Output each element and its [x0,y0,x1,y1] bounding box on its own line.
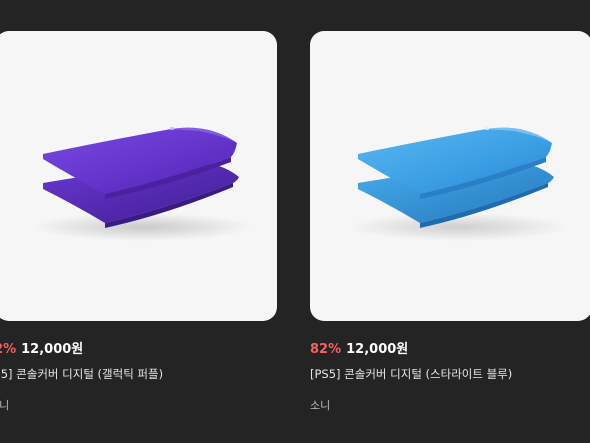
product-image[interactable] [310,31,590,321]
product-title[interactable]: [PS5] 콘솔커버 디지털 (갤럭틱 퍼플) [0,366,277,382]
product-grid: 82% 12,000원 [PS5] 콘솔커버 디지털 (갤럭틱 퍼플) 소니 [0,0,590,443]
product-image[interactable] [0,31,277,321]
sale-price: 12,000원 [21,342,84,357]
product-brand[interactable]: 소니 [310,399,590,413]
sale-price: 12,000원 [346,342,409,357]
product-brand[interactable]: 소니 [0,399,277,413]
product-title[interactable]: [PS5] 콘솔커버 디지털 (스타라이트 블루) [310,366,590,382]
product-card[interactable]: 82% 12,000원 [PS5] 콘솔커버 디지털 (갤럭틱 퍼플) 소니 [0,31,277,413]
discount-rate: 82% [0,342,17,357]
product-card[interactable]: 82% 12,000원 [PS5] 콘솔커버 디지털 (스타라이트 블루) 소니 [310,31,590,413]
ps5-cover-blue-icon [348,127,568,241]
discount-rate: 82% [310,342,342,357]
ps5-cover-purple-icon [33,127,253,241]
